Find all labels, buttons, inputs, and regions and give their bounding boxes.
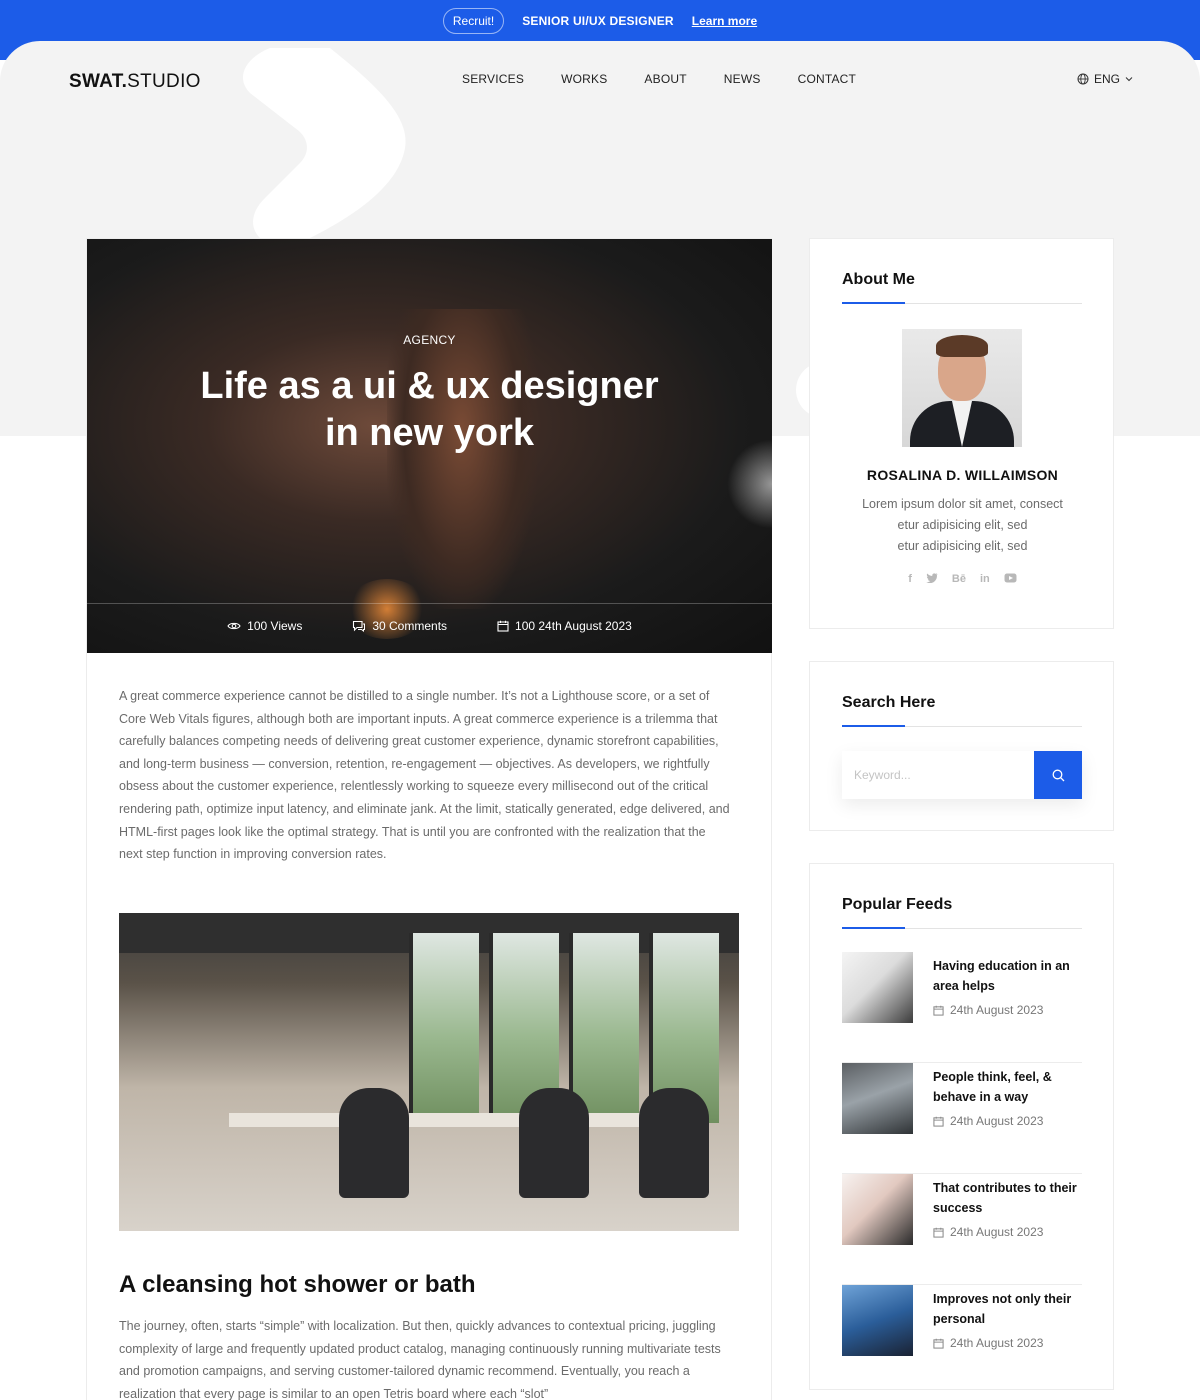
hero-photo-person (387, 309, 537, 609)
feed-item[interactable]: People think, feel, & behave in a way 24… (842, 1063, 1082, 1174)
feed-item[interactable]: Improves not only their personal 24th Au… (842, 1285, 1082, 1396)
behance-icon[interactable]: Bē (952, 573, 966, 586)
about-me-title: About Me (842, 271, 915, 288)
comments-count: 30 Comments (372, 619, 448, 633)
feed-title[interactable]: That contributes to their success (933, 1179, 1083, 1218)
search-title: Search Here (842, 694, 936, 711)
profile-avatar (902, 329, 1022, 447)
comments-icon (353, 620, 366, 632)
feed-title[interactable]: People think, feel, & behave in a way (933, 1068, 1083, 1107)
office-photo-chair (519, 1088, 589, 1198)
feed-title[interactable]: Having education in an area helps (933, 957, 1083, 996)
feed-date: 24th August 2023 (933, 1225, 1043, 1239)
profile-bio: Lorem ipsum dolor sit amet, consect etur… (810, 494, 1115, 557)
globe-icon (1077, 73, 1089, 85)
office-photo (119, 913, 739, 1231)
office-photo-chair (339, 1088, 409, 1198)
feed-date: 24th August 2023 (933, 1336, 1043, 1350)
nav-contact[interactable]: CONTACT (798, 72, 857, 86)
calendar-icon (933, 1005, 944, 1016)
announcement-content: Recruit! SENIOR UI/UX DESIGNER Learn mor… (0, 8, 1200, 34)
about-me-divider (842, 302, 1082, 304)
site-logo[interactable]: SWAT.STUDIO (69, 71, 201, 93)
learn-more-link[interactable]: Learn more (692, 14, 757, 28)
logo-bold-part: SWAT. (69, 71, 128, 92)
nav-about[interactable]: ABOUT (644, 72, 686, 86)
article-title: Life as a ui & ux designer in new york (87, 363, 772, 457)
article-date: 100 24th August 2023 (515, 619, 632, 633)
linkedin-icon[interactable]: in (980, 573, 990, 586)
date-meta: 100 24th August 2023 (497, 619, 632, 633)
facebook-icon[interactable]: f (908, 573, 912, 586)
feed-date: 24th August 2023 (933, 1003, 1043, 1017)
announcement-title: SENIOR UI/UX DESIGNER (522, 14, 674, 28)
twitter-icon[interactable] (926, 573, 938, 586)
bio-line-3: etur adipisicing elit, sed (897, 539, 1028, 553)
feed-thumbnail (842, 952, 913, 1023)
search-box (842, 751, 1082, 799)
feed-date-text: 24th August 2023 (950, 1114, 1044, 1128)
language-label: ENG (1094, 72, 1121, 86)
article-paragraph-1: A great commerce experience cannot be di… (119, 689, 730, 862)
search-widget: Search Here (809, 661, 1114, 831)
calendar-icon (933, 1116, 944, 1127)
nav-works[interactable]: WORKS (561, 72, 607, 86)
feed-date: 24th August 2023 (933, 1114, 1043, 1128)
feed-thumbnail (842, 1063, 913, 1134)
feed-thumbnail (842, 1174, 913, 1245)
avatar-hair (936, 335, 988, 357)
article-title-line-2: in new york (324, 412, 535, 454)
office-photo-window (409, 933, 479, 1123)
article-meta: 100 Views 30 Comments 100 24th August 20… (87, 619, 772, 633)
article-subheading: A cleansing hot shower or bath (119, 1271, 476, 1298)
article-card: AGENCY Life as a ui & ux designer in new… (86, 238, 772, 1400)
feed-item[interactable]: That contributes to their success 24th A… (842, 1174, 1082, 1285)
feed-title[interactable]: Improves not only their personal (933, 1290, 1083, 1329)
office-photo-desk (229, 1113, 699, 1127)
feed-date-text: 24th August 2023 (950, 1003, 1044, 1017)
social-links: f Bē in (810, 573, 1115, 586)
bio-line-2: etur adipisicing elit, sed (897, 518, 1028, 532)
office-photo-window (569, 933, 639, 1123)
hero-divider (87, 603, 772, 604)
article-category[interactable]: AGENCY (87, 333, 772, 347)
feed-date-text: 24th August 2023 (950, 1336, 1044, 1350)
decorative-chevron-shape (242, 48, 406, 238)
search-input[interactable] (842, 751, 1034, 799)
comments-meta[interactable]: 30 Comments (352, 619, 447, 633)
article-hero-image: AGENCY Life as a ui & ux designer in new… (87, 239, 772, 653)
chevron-down-icon (1125, 77, 1133, 82)
bio-line-1: Lorem ipsum dolor sit amet, consect (862, 497, 1063, 511)
main-nav: SERVICES WORKS ABOUT NEWS CONTACT (462, 72, 856, 86)
language-selector[interactable]: ENG (1077, 72, 1133, 86)
feed-thumbnail (842, 1285, 913, 1356)
article-paragraph-2: The journey, often, starts “simple” with… (119, 1319, 721, 1400)
calendar-icon (933, 1338, 944, 1349)
recruit-pill[interactable]: Recruit! (442, 8, 505, 34)
search-button[interactable] (1034, 751, 1082, 799)
article-title-line-1: Life as a ui & ux designer (200, 365, 659, 407)
search-icon (1052, 769, 1064, 781)
logo-light-part: STUDIO (127, 71, 201, 92)
nav-news[interactable]: NEWS (724, 72, 761, 86)
feed-date-text: 24th August 2023 (950, 1225, 1044, 1239)
search-divider (842, 725, 1082, 727)
nav-services[interactable]: SERVICES (462, 72, 524, 86)
calendar-icon (933, 1227, 944, 1238)
views-count: 100 Views (247, 619, 303, 633)
popular-feeds-widget: Popular Feeds Having education in an are… (809, 863, 1114, 1390)
office-photo-chair (639, 1088, 709, 1198)
profile-name: ROSALINA D. WILLAIMSON (866, 467, 1059, 483)
calendar-icon (497, 620, 509, 632)
feed-item[interactable]: Having education in an area helps 24th A… (842, 952, 1082, 1063)
popular-feeds-title: Popular Feeds (842, 896, 953, 913)
eye-icon (227, 622, 241, 630)
views-meta: 100 Views (227, 619, 302, 633)
popular-feeds-divider (842, 927, 1082, 929)
youtube-icon[interactable] (1004, 573, 1017, 586)
about-me-widget: About Me ROSALINA D. WILLAIMSON Lorem ip… (809, 238, 1114, 629)
